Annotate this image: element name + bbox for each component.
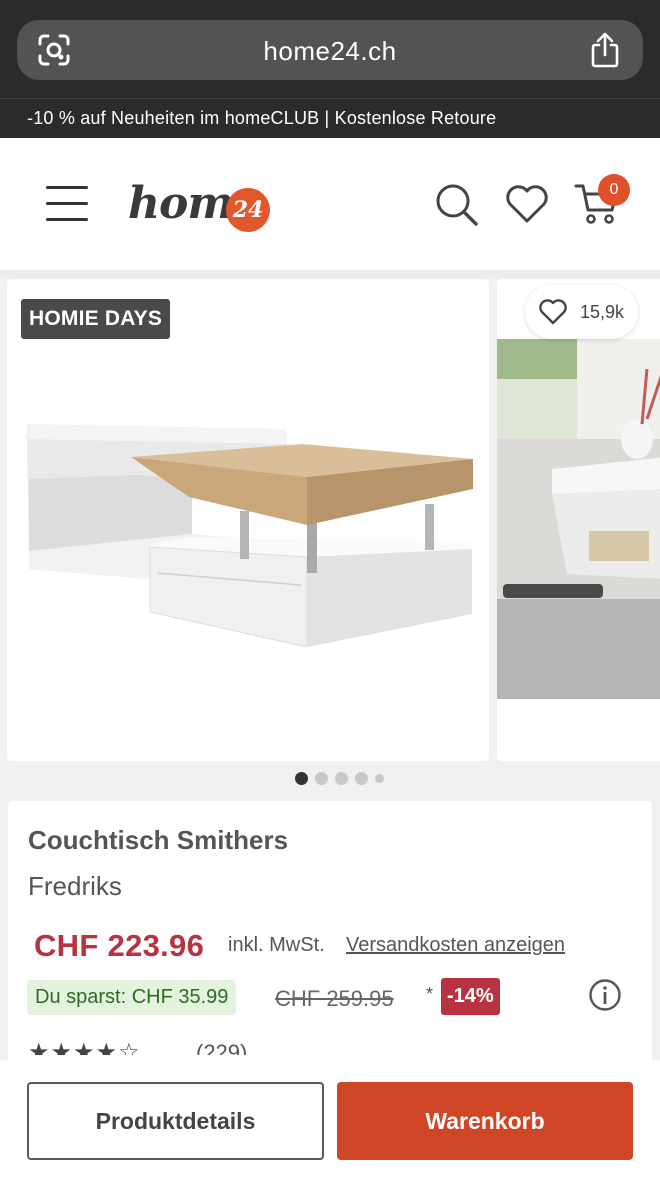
search-icon[interactable]	[434, 182, 478, 226]
shipping-costs-link[interactable]: Versandkosten anzeigen	[346, 934, 565, 957]
menu-icon[interactable]	[46, 186, 88, 222]
promo-tag: HOMIE DAYS	[21, 299, 171, 339]
savings-badge: Du sparst: CHF 35.99	[27, 980, 237, 1015]
coffee-table-image	[25, 424, 473, 648]
wishlist-count: 15,9k	[580, 302, 625, 322]
product-brand[interactable]: Fredriks	[28, 871, 122, 902]
carousel-dots	[0, 770, 660, 786]
promo-text: -10 % auf Neuheiten im homeCLUB | Kosten…	[27, 108, 497, 128]
wishlist-count-button[interactable]: 15,9k	[525, 285, 638, 339]
product-info-card: Couchtisch Smithers Fredriks CHF 223.96 …	[8, 801, 652, 1071]
sticky-action-bar: Produktdetails Warenkorb	[0, 1060, 660, 1200]
old-price: CHF 259.95	[275, 986, 394, 1011]
carousel-dot[interactable]	[335, 772, 348, 785]
review-count[interactable]: (229)	[196, 1041, 247, 1055]
info-icon[interactable]	[588, 978, 622, 1012]
cart-count-badge: 0	[598, 174, 630, 206]
address-bar[interactable]: home24.ch	[17, 20, 643, 80]
url-text[interactable]: home24.ch	[17, 36, 643, 67]
vat-note: inkl. MwSt.	[228, 934, 325, 956]
carousel-dot[interactable]	[355, 772, 368, 785]
promo-banner[interactable]: -10 % auf Neuheiten im homeCLUB | Kosten…	[0, 98, 660, 138]
wishlist-heart-icon[interactable]	[505, 184, 549, 224]
logo-badge: 24	[226, 188, 270, 232]
rating-stars: ★★★★☆	[28, 1041, 141, 1055]
product-image-next[interactable]	[497, 279, 660, 761]
product-image-main[interactable]: HOMIE DAYS	[7, 279, 489, 761]
heart-icon	[539, 299, 567, 325]
rating-row[interactable]: ★★★★☆ (229)	[28, 1041, 268, 1055]
header-divider	[0, 270, 660, 278]
old-price-footnote-marker: *	[426, 984, 434, 1004]
discount-badge: -14%	[441, 978, 500, 1015]
product-details-button[interactable]: Produktdetails	[27, 1082, 324, 1160]
carousel-dot[interactable]	[295, 772, 308, 785]
browser-toolbar: home24.ch	[0, 0, 660, 98]
product-title: Couchtisch Smithers	[28, 825, 289, 855]
site-header: home 24	[0, 138, 660, 270]
carousel-dot[interactable]	[315, 772, 328, 785]
share-icon[interactable]	[589, 31, 621, 69]
add-to-cart-button[interactable]: Warenkorb	[337, 1082, 633, 1160]
carousel-dot[interactable]	[375, 774, 384, 783]
living-room-image	[497, 339, 660, 699]
current-price: CHF 223.96	[34, 928, 205, 963]
